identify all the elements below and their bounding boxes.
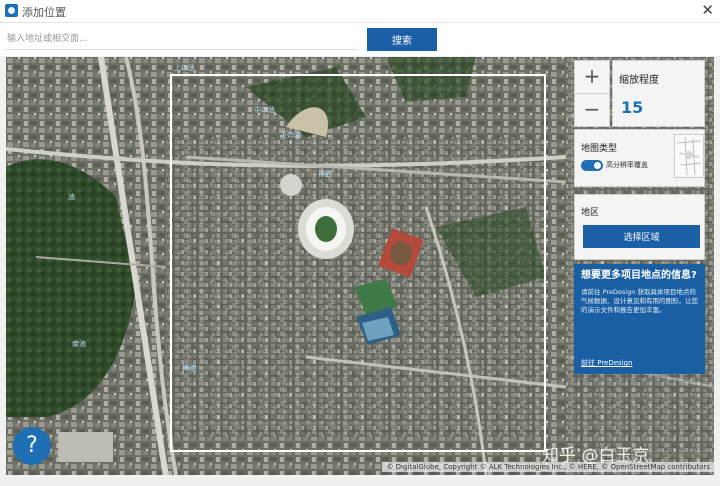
- zoom-in-button[interactable]: +: [574, 60, 610, 94]
- selection-frame[interactable]: [170, 74, 546, 452]
- map-thumbnail[interactable]: [674, 134, 704, 178]
- title-bar: 添加位置 ✕: [0, 0, 720, 23]
- region-label: 地区: [581, 208, 600, 218]
- high-res-toggle-label: 高分辨率覆盖: [606, 161, 648, 169]
- app-icon: [5, 4, 18, 17]
- close-icon[interactable]: ✕: [701, 1, 714, 19]
- search-input[interactable]: [4, 28, 358, 50]
- search-button[interactable]: 搜索: [367, 28, 437, 51]
- satellite-map[interactable]: 上の池 中の池 下の池 池 南池 神池 神宫 + − 缩放程度 15 地图类型 …: [6, 57, 714, 475]
- map-attribution: © DigitalGlobe, Copyright © ALK Technolo…: [382, 462, 714, 472]
- select-region-button[interactable]: 选择区域: [583, 225, 700, 248]
- zoom-panel: 缩放程度 15: [612, 60, 705, 127]
- promo-title: 想要更多项目地点的信息?: [581, 270, 697, 281]
- search-bar: 搜索: [0, 23, 720, 56]
- map-place-label: 南池: [72, 340, 86, 348]
- high-res-toggle[interactable]: [581, 160, 603, 171]
- map-type-panel: 地图类型 高分辨率覆盖: [574, 129, 705, 187]
- map-place-label: 上の池: [174, 64, 195, 72]
- region-panel: 地区 选择区域: [574, 194, 705, 260]
- predesign-link[interactable]: 前往 PreDesign: [581, 358, 633, 368]
- map-place-label: 池: [68, 193, 75, 201]
- promo-body: 请前往 PreDesign 获取具体项目地点的气候数据、设计意见和有用的图形。让…: [581, 288, 698, 314]
- map-type-label: 地图类型: [581, 144, 618, 154]
- help-button[interactable]: ?: [13, 427, 51, 465]
- predesign-promo: 想要更多项目地点的信息? 请前往 PreDesign 获取具体项目地点的气候数据…: [574, 264, 705, 374]
- bottom-bar: [0, 476, 720, 486]
- zoom-value: 15: [621, 98, 644, 117]
- zoom-label: 缩放程度: [619, 75, 659, 86]
- window-title: 添加位置: [22, 6, 66, 19]
- zoom-out-button[interactable]: −: [574, 93, 610, 127]
